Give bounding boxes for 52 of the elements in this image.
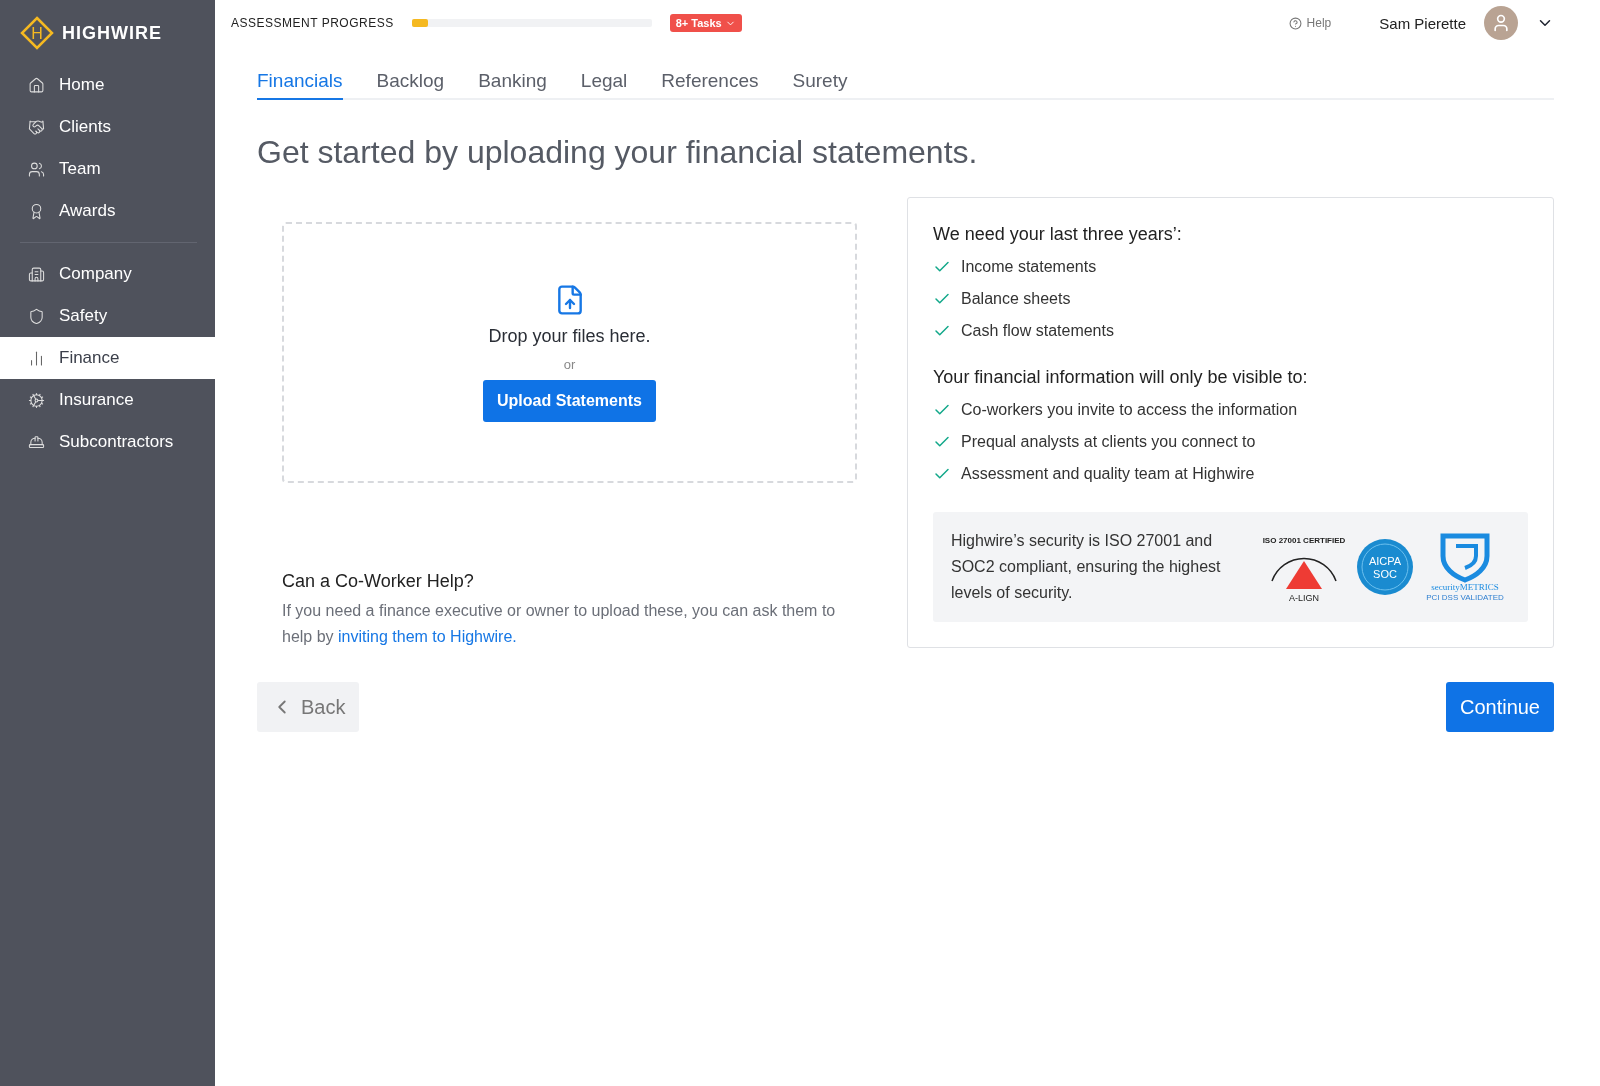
security-metrics-logo: securityMETRICS PCI DSS VALIDATED (1420, 532, 1510, 602)
sidebar-item[interactable]: Finance (0, 337, 215, 379)
list-item: Co-workers you invite to access the information (961, 401, 1298, 419)
tab[interactable]: Backlog (376, 70, 445, 100)
list-item: Prequal analysts at clients you connect to (961, 433, 1256, 451)
people-icon (28, 160, 45, 178)
upload-button[interactable]: Upload Statements (483, 379, 656, 422)
tab[interactable]: Legal (580, 70, 628, 100)
needs-title: We need your last three years’: (933, 224, 1183, 245)
list-item: Cash flow statements (961, 322, 1114, 340)
tab[interactable]: Banking (478, 70, 547, 100)
tab[interactable]: Financials (257, 70, 343, 100)
security-text: Highwire’s security is ISO 27001 and SOC2 compliant, ensuring the highest levels of security. (951, 531, 1222, 603)
list-item: Assessment and quality team at Highwire (961, 465, 1255, 483)
help-link[interactable]: Help (1288, 16, 1332, 30)
sidebar-item[interactable]: Subcontractors (0, 421, 215, 463)
sidebar-item[interactable]: Clients (0, 106, 215, 148)
building-icon (28, 265, 45, 283)
help-icon (1288, 16, 1302, 30)
aicpa-soc-logo: AICPA SOC (1356, 538, 1414, 596)
iso-certification-logo: ISO 27001 CERTIFIED A-LIGN (1258, 531, 1350, 603)
sidebar-item[interactable]: Awards (0, 190, 215, 232)
sidebar-item[interactable]: Company (0, 253, 215, 295)
tab[interactable]: References (661, 70, 759, 100)
hard-hat-icon (28, 433, 45, 451)
invite-link[interactable]: inviting them to Highwire. (338, 628, 517, 645)
coworker-title: Can a Co-Worker Help? (282, 571, 475, 592)
visibility-title: Your financial information will only be visible to: (933, 367, 1309, 388)
shield-icon (28, 307, 45, 325)
coworker-text: If you need a finance executive or owner to upload these, you can ask them to help by inviting them to Highwire. (282, 601, 837, 647)
drop-text: Drop your files here. (488, 325, 651, 347)
brand-name: HIGHWIRE (62, 22, 162, 44)
sidebar-item[interactable]: Safety (0, 295, 215, 337)
list-item: Balance sheets (961, 290, 1071, 308)
sidebar-item[interactable]: Insurance (0, 379, 215, 421)
drop-zone[interactable]: Drop your files here. or Upload Statements (282, 222, 857, 483)
back-button[interactable]: Back (257, 682, 360, 732)
tab[interactable]: Surety (792, 70, 848, 100)
user-name: Sam Pierette (1379, 14, 1466, 32)
sidebar-item[interactable]: Team (0, 148, 215, 190)
sidebar-item[interactable]: Home (0, 64, 215, 106)
continue-button[interactable]: Continue (1445, 682, 1554, 732)
tasks-badge[interactable]: 8+ Tasks (669, 14, 742, 32)
progress-label: ASSESSMENT PROGRESS (231, 16, 394, 30)
list-item: Income statements (961, 258, 1097, 276)
chart-icon (28, 349, 45, 367)
logo-icon: H (20, 16, 54, 50)
or-text: or (563, 356, 576, 372)
handshake-icon (28, 118, 45, 136)
home-icon (28, 76, 45, 94)
gear-icon (28, 391, 45, 409)
page-heading: Get started by uploading your financial statements. (257, 134, 979, 171)
